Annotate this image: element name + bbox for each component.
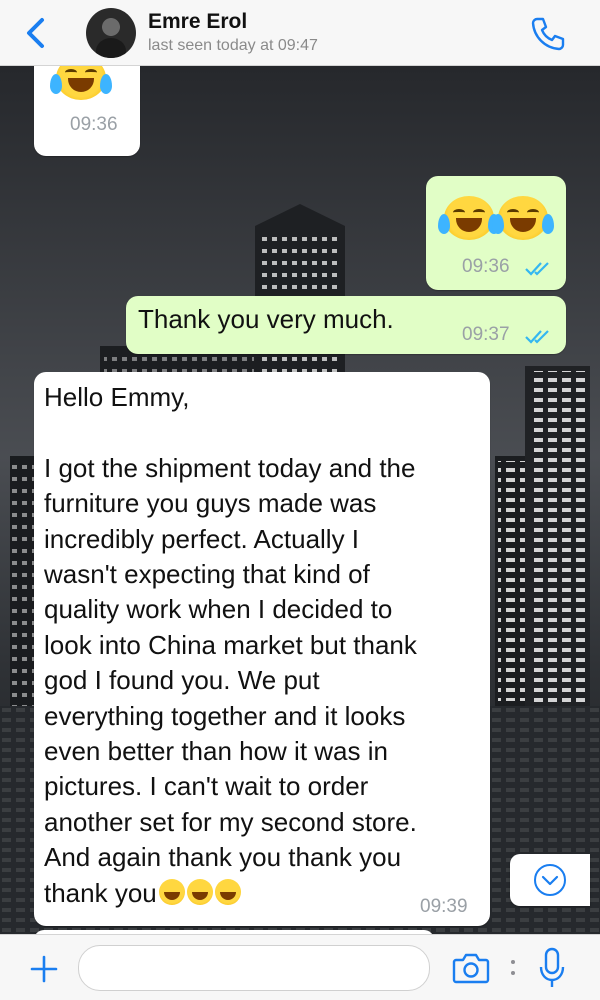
message-line: another set for my second store. — [44, 806, 417, 837]
call-button[interactable] — [528, 14, 568, 54]
avatar[interactable] — [86, 8, 136, 58]
message-bubble-incoming[interactable]: Hello Emmy, I got the shipment today and… — [34, 372, 490, 926]
face-with-tears-of-joy-emoji — [438, 196, 500, 240]
message-time: 09:36 — [462, 256, 510, 277]
message-greeting: Hello Emmy, — [44, 382, 190, 412]
plus-icon — [30, 955, 58, 983]
grinning-face-emoji — [158, 878, 185, 905]
message-line: everything together and it looks — [44, 700, 406, 731]
scroll-to-bottom-button[interactable] — [510, 854, 590, 906]
message-input-bar — [0, 934, 600, 1000]
message-line: thank you — [44, 877, 157, 908]
message-time: 09:36 — [70, 114, 118, 135]
microphone-icon — [539, 947, 565, 987]
double-check-icon — [525, 330, 549, 344]
chat-header: Emre Erol last seen today at 09:47 — [0, 0, 600, 66]
message-line: furniture you guys made was — [44, 488, 377, 519]
message-bubble-outgoing[interactable]: 09:36 — [426, 176, 566, 290]
message-line: wasn't expecting that kind of — [44, 559, 370, 590]
chat-area[interactable]: 09:36 09:36 Thank you very much. 09:37 H… — [0, 66, 600, 934]
message-line: pictures. I can't wait to order — [44, 771, 369, 802]
message-line: I got the shipment today and the — [44, 452, 416, 483]
separator-dots — [511, 960, 515, 975]
message-line: And again thank you thank you — [44, 842, 402, 873]
back-button[interactable] — [22, 16, 52, 50]
message-bubble-incoming[interactable]: 09:36 — [34, 66, 140, 156]
message-input[interactable] — [78, 945, 430, 991]
chevron-down-circle-icon — [534, 864, 566, 896]
voice-record-button[interactable] — [538, 947, 566, 989]
camera-button[interactable] — [452, 951, 490, 985]
chevron-left-icon — [27, 18, 44, 48]
attach-button[interactable] — [30, 955, 58, 983]
message-line: god I found you. We put — [44, 665, 320, 696]
phone-icon — [531, 17, 565, 51]
grinning-face-emoji — [186, 878, 213, 905]
message-last-line: thank you — [44, 876, 484, 911]
message-line: incredibly perfect. Actually I — [44, 523, 360, 554]
message-text: Thank you very much. — [138, 304, 394, 334]
message-line: look into China market but thank — [44, 629, 417, 660]
message-time: 09:39 — [420, 896, 468, 917]
face-with-tears-of-joy-emoji — [50, 66, 112, 100]
double-check-icon — [525, 262, 549, 276]
grinning-face-emoji — [214, 878, 241, 905]
contact-name[interactable]: Emre Erol — [148, 10, 247, 34]
last-seen-status: last seen today at 09:47 — [148, 37, 318, 54]
message-time: 09:37 — [462, 324, 510, 345]
message-line: even better than how it was in — [44, 736, 388, 767]
face-with-tears-of-joy-emoji — [492, 196, 554, 240]
camera-icon — [452, 953, 490, 984]
message-line: quality work when I decided to — [44, 594, 393, 625]
message-bubble-outgoing[interactable]: Thank you very much. 09:37 — [126, 296, 566, 354]
message-text: Hello Emmy, I got the shipment today and… — [44, 380, 484, 911]
